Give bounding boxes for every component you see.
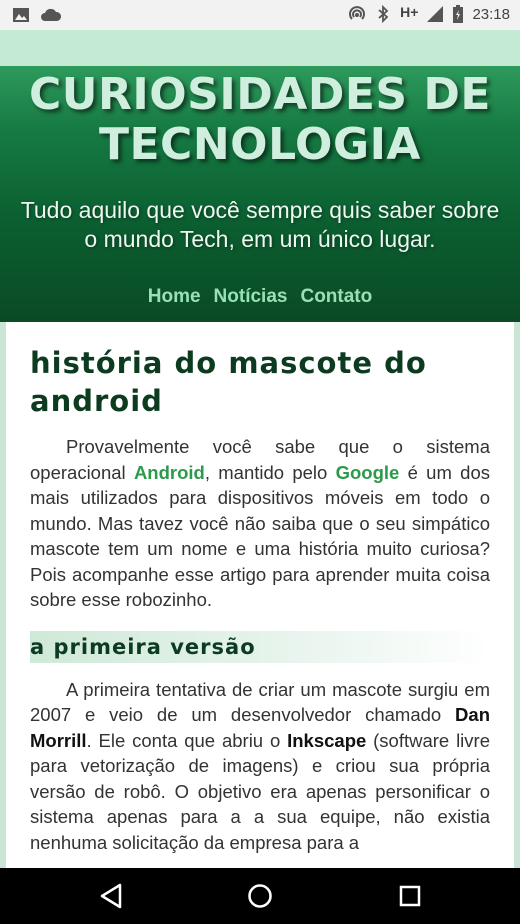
nav-noticias[interactable]: Notícias — [214, 286, 288, 308]
home-icon[interactable] — [246, 882, 274, 910]
image-icon — [13, 8, 29, 22]
section-text-b: . Ele conta que abriu o — [86, 729, 288, 751]
right-margin — [514, 322, 520, 868]
section-heading-primeira-versao: A Primeira Versão — [30, 630, 490, 663]
nav-home[interactable]: Home — [148, 286, 201, 308]
hotspot-icon — [349, 6, 366, 20]
section-text-a: A primeira tentativa de criar um mascote… — [30, 678, 490, 726]
android-link[interactable]: Android — [134, 462, 205, 483]
site-title: CURIOSIDADES DE TECNOLOGIA — [29, 69, 491, 170]
google-link[interactable]: Google — [336, 462, 400, 483]
battery-icon — [453, 5, 464, 23]
intro-paragraph: Provavelmente você sabe que o sistema op… — [30, 434, 490, 613]
bluetooth-icon — [378, 5, 389, 23]
site-header: CURIOSIDADES DE TECNOLOGIA Tudo aquilo q… — [0, 66, 520, 322]
top-strip — [0, 30, 520, 66]
back-icon[interactable] — [98, 882, 126, 910]
site-tagline: Tudo aquilo que você sempre quis saber s… — [20, 197, 500, 252]
signal-icon — [427, 6, 444, 22]
article-title: História do Mascote do Android — [30, 346, 427, 418]
system-nav-bar — [0, 868, 520, 924]
main-nav: Home Notícias Contato — [0, 286, 520, 308]
nav-contato[interactable]: Contato — [300, 286, 372, 308]
section-paragraph: A primeira tentativa de criar um mascote… — [30, 677, 490, 856]
article: História do Mascote do Android Provavelm… — [6, 322, 514, 868]
intro-text-b: , mantido pelo — [204, 461, 336, 483]
network-type: H+ — [400, 4, 419, 20]
cloud-icon — [41, 8, 62, 21]
recents-icon[interactable] — [396, 882, 424, 910]
status-bar: H+ 23:18 — [0, 0, 520, 30]
inkscape-name: Inkscape — [287, 729, 367, 751]
clock: 23:18 — [472, 5, 510, 23]
intro-text-c: é um dos mais utilizados para dispositiv… — [30, 461, 490, 611]
